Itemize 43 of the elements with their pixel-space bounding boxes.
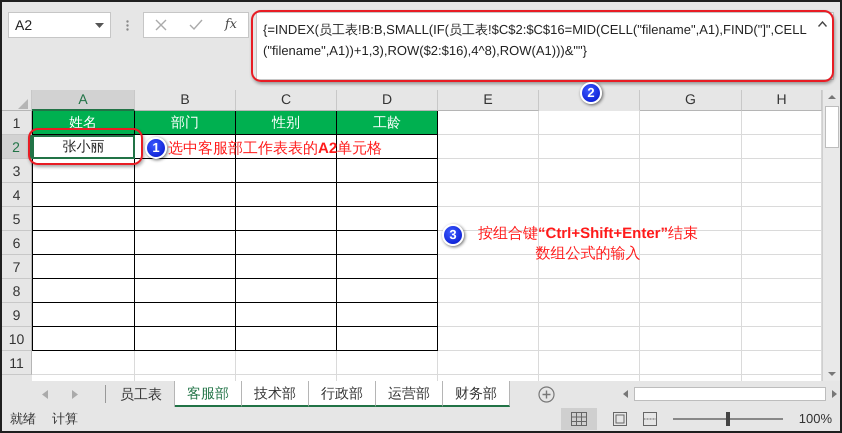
row-header[interactable]: 7 xyxy=(2,254,32,279)
page-layout-icon[interactable] xyxy=(612,412,627,426)
previous-sheet-icon[interactable] xyxy=(42,390,48,399)
row-header[interactable]: 5 xyxy=(2,206,32,231)
add-sheet-icon[interactable] xyxy=(538,386,555,403)
scrollbar-thumb[interactable] xyxy=(824,106,838,148)
insert-function-button[interactable]: fx xyxy=(224,15,237,35)
check-icon[interactable] xyxy=(188,19,203,31)
horizontal-scrollbar[interactable] xyxy=(634,387,826,402)
status-text: 计算 xyxy=(52,410,78,428)
zoom-slider-thumb[interactable] xyxy=(726,412,730,426)
status-text: 就绪 xyxy=(10,410,36,428)
column-header[interactable]: E xyxy=(438,90,539,111)
table-cell[interactable]: 张小丽 xyxy=(32,134,135,159)
cell-reference: A2 xyxy=(15,16,32,34)
annotation-text: 按组合键“Ctrl+Shift+Enter”结束数组公式的输入 xyxy=(476,224,700,264)
sheet-tab[interactable]: 财务部 xyxy=(443,381,510,408)
row-header[interactable]: 6 xyxy=(2,230,32,255)
sheet-tab[interactable]: 运营部 xyxy=(376,381,443,408)
formula-field[interactable]: {=INDEX(员工表!B:B,SMALL(IF(员工表!$C$2:$C$16=MID(CELL("filename",A1),FIND("]",CELL("filename",A1))+1,3),ROW($2:$16),4^8),ROW(A1)))&""} xyxy=(256,12,834,80)
next-sheet-icon[interactable] xyxy=(72,390,78,399)
row-header[interactable]: 4 xyxy=(2,182,32,207)
column-header[interactable]: A xyxy=(32,90,135,111)
sheet-tab[interactable]: 客服部 xyxy=(175,381,242,408)
step-number: 2 xyxy=(580,82,602,104)
collapse-icon[interactable] xyxy=(818,21,827,27)
column-header[interactable]: G xyxy=(640,90,742,111)
row-header[interactable]: 9 xyxy=(2,302,32,327)
sheet-tab[interactable]: 技术部 xyxy=(242,381,309,408)
formula-text: {=INDEX(员工表!B:B,SMALL(IF(员工表!$C$2:$C$16=MID(CELL("filename",A1),FIND("]",CELL("filename",A1))+1,3),ROW($2:$16),4^8),ROW(A1)))&""} xyxy=(263,22,807,58)
name-box[interactable]: A2 xyxy=(8,12,111,38)
sheet-tab[interactable]: 行政部 xyxy=(309,381,376,408)
row-header[interactable]: 8 xyxy=(2,278,32,303)
zoom-level[interactable]: 100% xyxy=(798,409,832,429)
cancel-icon[interactable] xyxy=(154,19,167,31)
normal-view-icon[interactable] xyxy=(570,412,587,426)
row-header[interactable]: 3 xyxy=(2,158,32,183)
row-header[interactable]: 2 xyxy=(2,134,32,159)
row-header[interactable]: 11 xyxy=(2,350,32,375)
page-break-icon[interactable] xyxy=(642,412,657,426)
caret-icon[interactable] xyxy=(95,22,104,28)
more-icon[interactable] xyxy=(126,20,128,30)
row-header[interactable]: 10 xyxy=(2,326,32,351)
